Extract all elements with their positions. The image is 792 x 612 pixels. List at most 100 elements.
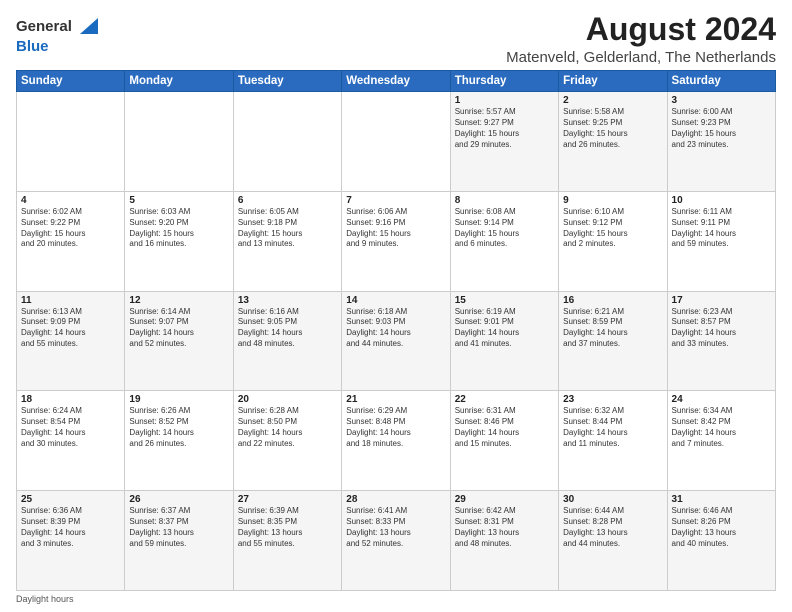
day-number: 28 [346,494,445,505]
day-number: 10 [672,195,771,206]
col-header-friday: Friday [559,71,667,92]
calendar-cell: 31Sunrise: 6:46 AM Sunset: 8:26 PM Dayli… [667,491,775,591]
calendar-cell: 24Sunrise: 6:34 AM Sunset: 8:42 PM Dayli… [667,391,775,491]
week-row-2: 4Sunrise: 6:02 AM Sunset: 9:22 PM Daylig… [17,191,776,291]
day-number: 27 [238,494,337,505]
day-info: Sunrise: 6:32 AM Sunset: 8:44 PM Dayligh… [563,406,662,449]
day-number: 31 [672,494,771,505]
calendar-cell: 13Sunrise: 6:16 AM Sunset: 9:05 PM Dayli… [233,291,341,391]
calendar-cell [125,92,233,192]
calendar-cell: 19Sunrise: 6:26 AM Sunset: 8:52 PM Dayli… [125,391,233,491]
day-number: 4 [21,195,120,206]
calendar-cell: 14Sunrise: 6:18 AM Sunset: 9:03 PM Dayli… [342,291,450,391]
col-header-thursday: Thursday [450,71,558,92]
header: General Blue August 2024 Matenveld, Geld… [16,12,776,66]
title-block: August 2024 Matenveld, Gelderland, The N… [506,12,776,66]
week-row-4: 18Sunrise: 6:24 AM Sunset: 8:54 PM Dayli… [17,391,776,491]
col-header-sunday: Sunday [17,71,125,92]
week-row-1: 1Sunrise: 5:57 AM Sunset: 9:27 PM Daylig… [17,92,776,192]
day-info: Sunrise: 6:31 AM Sunset: 8:46 PM Dayligh… [455,406,554,449]
day-info: Sunrise: 6:29 AM Sunset: 8:48 PM Dayligh… [346,406,445,449]
calendar-cell: 12Sunrise: 6:14 AM Sunset: 9:07 PM Dayli… [125,291,233,391]
week-row-5: 25Sunrise: 6:36 AM Sunset: 8:39 PM Dayli… [17,491,776,591]
day-number: 11 [21,295,120,306]
calendar-cell [17,92,125,192]
day-number: 14 [346,295,445,306]
calendar-cell: 4Sunrise: 6:02 AM Sunset: 9:22 PM Daylig… [17,191,125,291]
main-title: August 2024 [506,12,776,47]
calendar-cell: 3Sunrise: 6:00 AM Sunset: 9:23 PM Daylig… [667,92,775,192]
day-info: Sunrise: 6:19 AM Sunset: 9:01 PM Dayligh… [455,307,554,350]
day-number: 19 [129,394,228,405]
calendar-cell: 15Sunrise: 6:19 AM Sunset: 9:01 PM Dayli… [450,291,558,391]
day-number: 21 [346,394,445,405]
day-number: 2 [563,95,662,106]
logo: General Blue [16,16,100,56]
calendar-cell: 27Sunrise: 6:39 AM Sunset: 8:35 PM Dayli… [233,491,341,591]
day-number: 13 [238,295,337,306]
day-number: 24 [672,394,771,405]
calendar-cell: 25Sunrise: 6:36 AM Sunset: 8:39 PM Dayli… [17,491,125,591]
day-info: Sunrise: 6:24 AM Sunset: 8:54 PM Dayligh… [21,406,120,449]
day-info: Sunrise: 6:11 AM Sunset: 9:11 PM Dayligh… [672,207,771,250]
calendar-cell [233,92,341,192]
calendar-cell: 16Sunrise: 6:21 AM Sunset: 8:59 PM Dayli… [559,291,667,391]
day-info: Sunrise: 6:14 AM Sunset: 9:07 PM Dayligh… [129,307,228,350]
calendar-table: SundayMondayTuesdayWednesdayThursdayFrid… [16,70,776,591]
calendar-cell: 20Sunrise: 6:28 AM Sunset: 8:50 PM Dayli… [233,391,341,491]
sub-title: Matenveld, Gelderland, The Netherlands [506,49,776,66]
calendar-cell: 22Sunrise: 6:31 AM Sunset: 8:46 PM Dayli… [450,391,558,491]
day-info: Sunrise: 6:03 AM Sunset: 9:20 PM Dayligh… [129,207,228,250]
day-info: Sunrise: 6:13 AM Sunset: 9:09 PM Dayligh… [21,307,120,350]
day-info: Sunrise: 6:34 AM Sunset: 8:42 PM Dayligh… [672,406,771,449]
day-number: 29 [455,494,554,505]
calendar-cell: 23Sunrise: 6:32 AM Sunset: 8:44 PM Dayli… [559,391,667,491]
page: General Blue August 2024 Matenveld, Geld… [0,0,792,612]
logo-icon [78,16,100,38]
day-info: Sunrise: 6:28 AM Sunset: 8:50 PM Dayligh… [238,406,337,449]
calendar-cell: 1Sunrise: 5:57 AM Sunset: 9:27 PM Daylig… [450,92,558,192]
calendar-cell: 26Sunrise: 6:37 AM Sunset: 8:37 PM Dayli… [125,491,233,591]
day-number: 30 [563,494,662,505]
day-number: 25 [21,494,120,505]
day-info: Sunrise: 6:37 AM Sunset: 8:37 PM Dayligh… [129,506,228,549]
day-number: 22 [455,394,554,405]
day-number: 15 [455,295,554,306]
calendar-cell: 7Sunrise: 6:06 AM Sunset: 9:16 PM Daylig… [342,191,450,291]
day-number: 18 [21,394,120,405]
day-number: 7 [346,195,445,206]
col-header-tuesday: Tuesday [233,71,341,92]
day-info: Sunrise: 6:16 AM Sunset: 9:05 PM Dayligh… [238,307,337,350]
header-row: SundayMondayTuesdayWednesdayThursdayFrid… [17,71,776,92]
calendar-cell: 2Sunrise: 5:58 AM Sunset: 9:25 PM Daylig… [559,92,667,192]
day-info: Sunrise: 6:41 AM Sunset: 8:33 PM Dayligh… [346,506,445,549]
day-number: 16 [563,295,662,306]
day-number: 3 [672,95,771,106]
day-info: Sunrise: 6:26 AM Sunset: 8:52 PM Dayligh… [129,406,228,449]
calendar-cell: 17Sunrise: 6:23 AM Sunset: 8:57 PM Dayli… [667,291,775,391]
col-header-saturday: Saturday [667,71,775,92]
week-row-3: 11Sunrise: 6:13 AM Sunset: 9:09 PM Dayli… [17,291,776,391]
footer-note: Daylight hours [16,594,776,604]
day-info: Sunrise: 6:00 AM Sunset: 9:23 PM Dayligh… [672,107,771,150]
calendar-cell: 6Sunrise: 6:05 AM Sunset: 9:18 PM Daylig… [233,191,341,291]
day-number: 1 [455,95,554,106]
day-info: Sunrise: 6:02 AM Sunset: 9:22 PM Dayligh… [21,207,120,250]
day-info: Sunrise: 6:08 AM Sunset: 9:14 PM Dayligh… [455,207,554,250]
day-number: 8 [455,195,554,206]
calendar-cell: 11Sunrise: 6:13 AM Sunset: 9:09 PM Dayli… [17,291,125,391]
day-info: Sunrise: 6:46 AM Sunset: 8:26 PM Dayligh… [672,506,771,549]
col-header-wednesday: Wednesday [342,71,450,92]
day-number: 20 [238,394,337,405]
day-number: 26 [129,494,228,505]
day-info: Sunrise: 6:21 AM Sunset: 8:59 PM Dayligh… [563,307,662,350]
calendar-cell: 29Sunrise: 6:42 AM Sunset: 8:31 PM Dayli… [450,491,558,591]
day-number: 6 [238,195,337,206]
day-info: Sunrise: 6:23 AM Sunset: 8:57 PM Dayligh… [672,307,771,350]
day-number: 17 [672,295,771,306]
day-info: Sunrise: 6:06 AM Sunset: 9:16 PM Dayligh… [346,207,445,250]
calendar-cell: 5Sunrise: 6:03 AM Sunset: 9:20 PM Daylig… [125,191,233,291]
day-info: Sunrise: 6:42 AM Sunset: 8:31 PM Dayligh… [455,506,554,549]
day-info: Sunrise: 6:44 AM Sunset: 8:28 PM Dayligh… [563,506,662,549]
day-info: Sunrise: 5:57 AM Sunset: 9:27 PM Dayligh… [455,107,554,150]
